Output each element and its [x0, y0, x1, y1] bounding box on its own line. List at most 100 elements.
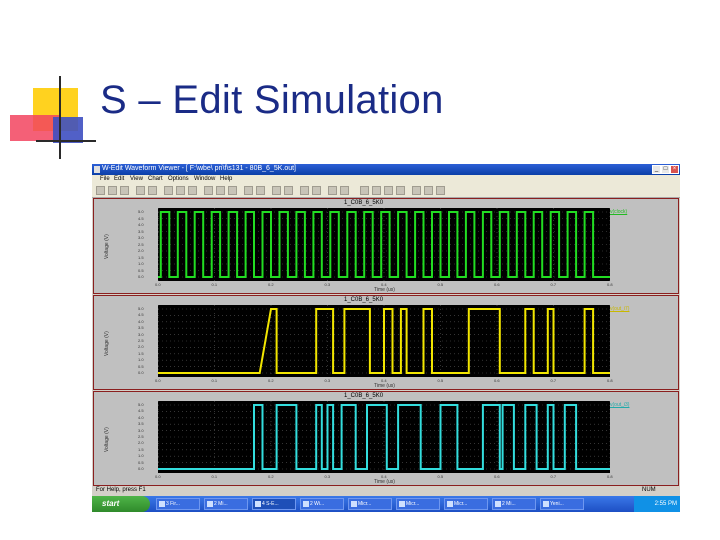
table-icon[interactable]	[284, 186, 293, 195]
print-icon[interactable]	[148, 186, 157, 195]
system-tray-clock[interactable]: 2:55 PM	[634, 496, 680, 512]
taskbar-item[interactable]: Micr...	[444, 498, 488, 510]
pan-icon[interactable]	[228, 186, 237, 195]
taskbar-item-label: 4 S-E...	[262, 501, 279, 507]
status-help-text: For Help, press F1	[96, 487, 146, 493]
zoom-fit-icon[interactable]	[360, 186, 369, 195]
y-tick-label: 4.0	[138, 318, 144, 324]
maximize-button[interactable]: □	[661, 165, 670, 174]
zoom-x-icon[interactable]	[372, 186, 381, 195]
x-axis-label: Time (us)	[374, 383, 395, 389]
legend-clock[interactable]: v(clock)	[610, 209, 627, 215]
minimize-button[interactable]: _	[652, 165, 661, 174]
status-bar: For Help, press F1 NUM	[92, 486, 680, 496]
zoom-y-icon[interactable]	[384, 186, 393, 195]
y-tick-label: 3.5	[138, 228, 144, 234]
menu-file[interactable]: File	[100, 176, 110, 182]
play-icon[interactable]	[412, 186, 421, 195]
run-icon[interactable]	[436, 186, 445, 195]
taskbar-item[interactable]: Micr...	[396, 498, 440, 510]
y-tick-label: 5.0	[138, 402, 144, 407]
x-tick-label: 0.6	[494, 282, 500, 287]
taskbar-item-label: 2 Wi...	[310, 501, 325, 507]
zoom-out-icon[interactable]	[216, 186, 225, 195]
y-tick-label: 2.5	[138, 338, 144, 343]
taskbar-item-label: 2 Mi...	[502, 501, 516, 507]
plot-area-out-i3[interactable]	[158, 401, 610, 473]
menu-chart[interactable]: Chart	[148, 176, 163, 182]
taskbar-item[interactable]: 3 Fir...	[156, 498, 200, 510]
y-tick-label: 1.5	[138, 446, 144, 452]
grid-icon[interactable]	[244, 186, 253, 195]
legend-out-i3[interactable]: v(out_i3)	[610, 402, 629, 408]
cursor-icon[interactable]	[188, 186, 197, 195]
x-tick-label: 0.1	[211, 282, 218, 287]
taskbar-item-active[interactable]: 4 S-E...	[252, 498, 296, 510]
x-tick-label: 0.1	[211, 378, 218, 383]
menu-view[interactable]: View	[130, 176, 143, 182]
app-icon	[94, 166, 100, 173]
menu-bar: File Edit View Chart Options Window Help	[92, 175, 680, 184]
y-tick-label: 4.0	[138, 222, 144, 227]
taskbar-item[interactable]: Micr...	[348, 498, 392, 510]
plot-area-clock[interactable]	[158, 208, 610, 281]
x-tick-label: 0.7	[550, 474, 557, 479]
plot-area-out-i7[interactable]	[158, 305, 610, 377]
refresh-icon[interactable]	[396, 186, 405, 195]
taskbar-item[interactable]: 2 Wi...	[300, 498, 344, 510]
menu-window[interactable]: Window	[194, 176, 215, 182]
y-tick-label: 0.5	[138, 267, 144, 273]
y-tick-label: 4.5	[138, 215, 144, 221]
y-tick-label: 0.0	[138, 274, 144, 279]
y-tick-label: 4.5	[138, 408, 144, 414]
y-axis-label: Voltage (V)	[104, 427, 110, 452]
legend-out-i7[interactable]: v(out_i7)	[610, 306, 629, 312]
y-tick-label: 2.0	[138, 248, 144, 253]
zoom-in-icon[interactable]	[204, 186, 213, 195]
x-tick-label: 0.0	[155, 378, 161, 383]
window-icon	[447, 501, 453, 507]
waveform-panel-out-i7: 1_C0B_6_5K0 Voltage (V) v(out_i7) 5.0 4.5…	[93, 295, 679, 390]
slide-title: S – Edit Simulation	[100, 78, 444, 122]
windows-taskbar: start 3 Fir... 2 Mi... 4 S-E... 2 Wi... …	[92, 496, 680, 512]
measure-icon[interactable]	[256, 186, 265, 195]
x-tick-label: 0.8	[607, 282, 613, 287]
waveform-icon[interactable]	[272, 186, 281, 195]
y-tick-label: 3.5	[138, 325, 144, 331]
taskbar-item[interactable]: Yeni...	[540, 498, 584, 510]
x-tick-label: 0.2	[268, 378, 274, 383]
window-icon	[543, 501, 549, 507]
window-icon	[159, 501, 165, 507]
x-tick-label: 0.5	[437, 282, 444, 287]
window-icon	[399, 501, 405, 507]
x-tick-label: 0.3	[324, 474, 331, 479]
save-icon[interactable]	[136, 186, 145, 195]
open-icon[interactable]	[120, 186, 129, 195]
chart-add-icon[interactable]	[300, 186, 309, 195]
chart-delete-icon[interactable]	[312, 186, 321, 195]
x-tick-label: 0.8	[607, 378, 613, 383]
y-tick-label: 3.0	[138, 235, 144, 240]
waveform-svg-clock	[158, 208, 610, 281]
window-titlebar: W-Edit Waveform Viewer - [ F:\wbe\ pri\f…	[92, 164, 680, 175]
y-tick-label: 0.5	[138, 363, 144, 369]
x-tick-label: 0.3	[324, 378, 331, 383]
start-button[interactable]: start	[92, 496, 150, 512]
step-icon[interactable]	[424, 186, 433, 195]
taskbar-item[interactable]: 2 Mi...	[492, 498, 536, 510]
chart-icon[interactable]	[164, 186, 173, 195]
close-button[interactable]: ×	[670, 165, 679, 174]
menu-edit[interactable]: Edit	[114, 176, 124, 182]
expand-icon[interactable]	[340, 186, 349, 195]
open-folder-icon[interactable]	[108, 186, 117, 195]
menu-help[interactable]: Help	[220, 176, 232, 182]
y-tick-label: 1.0	[138, 357, 144, 363]
trace-icon[interactable]	[176, 186, 185, 195]
taskbar-item-label: 2 Mi...	[214, 501, 228, 507]
y-tick-label: 3.0	[138, 427, 144, 433]
overlay-icon[interactable]	[328, 186, 337, 195]
taskbar-item[interactable]: 2 Mi...	[204, 498, 248, 510]
menu-options[interactable]: Options	[168, 176, 189, 182]
x-axis-label: Time (us)	[374, 287, 395, 293]
new-file-icon[interactable]	[96, 186, 105, 195]
